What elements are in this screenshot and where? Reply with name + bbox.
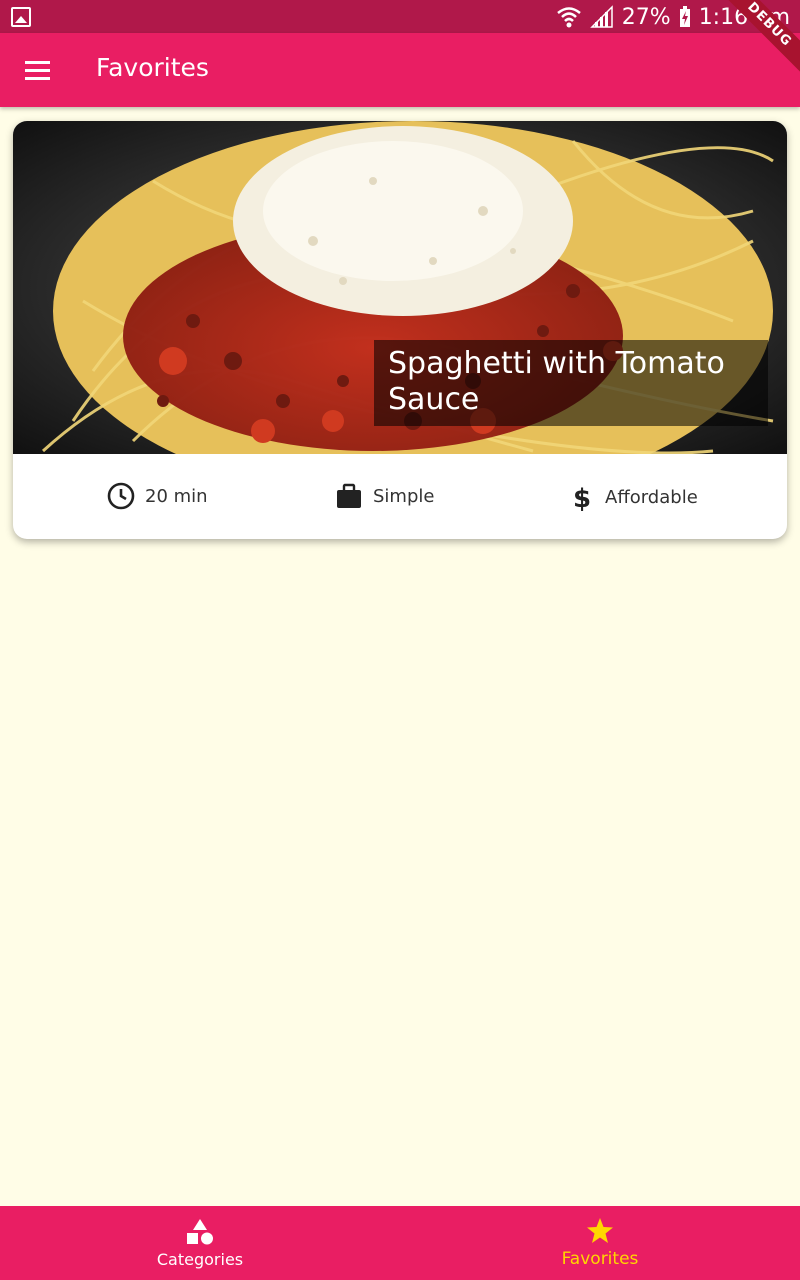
menu-icon-line (24, 60, 50, 64)
menu-button[interactable] (16, 49, 58, 91)
meal-title: Spaghetti with Tomato Sauce (388, 346, 725, 417)
complexity-label: Simple (373, 485, 435, 507)
duration-label: 20 min (145, 485, 208, 507)
nav-item-categories[interactable]: Categories (0, 1206, 400, 1280)
menu-icon-line (24, 68, 50, 72)
signal-icon (589, 5, 613, 28)
menu-icon-line (24, 76, 50, 80)
meal-info-row: 20 min Simple $ Affordable (13, 454, 787, 539)
battery-charging-icon (679, 6, 690, 27)
clock-icon (107, 482, 135, 510)
meal-card[interactable]: Spaghetti with Tomato Sauce 20 min Simpl… (13, 121, 787, 539)
page-title: Favorites (96, 53, 209, 82)
bottom-navigation: Categories Favorites (0, 1206, 800, 1280)
status-bar: 27% 1:16 am (0, 0, 800, 33)
nav-item-favorites[interactable]: Favorites (400, 1206, 800, 1280)
battery-percent: 27% (621, 4, 671, 30)
briefcase-icon (337, 483, 361, 508)
meal-title-overlay: Spaghetti with Tomato Sauce (374, 340, 768, 426)
affordability-info: $ Affordable (569, 482, 698, 512)
complexity-info: Simple (335, 482, 434, 510)
gallery-notification-icon (11, 7, 31, 27)
app-bar: Favorites (0, 33, 800, 107)
nav-label-favorites: Favorites (561, 1249, 639, 1269)
category-icon (187, 1218, 213, 1244)
star-icon (587, 1218, 613, 1243)
affordability-label: Affordable (605, 486, 698, 508)
dollar-icon: $ (573, 484, 591, 512)
svg-text:$: $ (573, 484, 591, 512)
nav-label-categories: Categories (156, 1249, 244, 1269)
duration-info: 20 min (107, 482, 208, 510)
wifi-icon (556, 7, 581, 28)
